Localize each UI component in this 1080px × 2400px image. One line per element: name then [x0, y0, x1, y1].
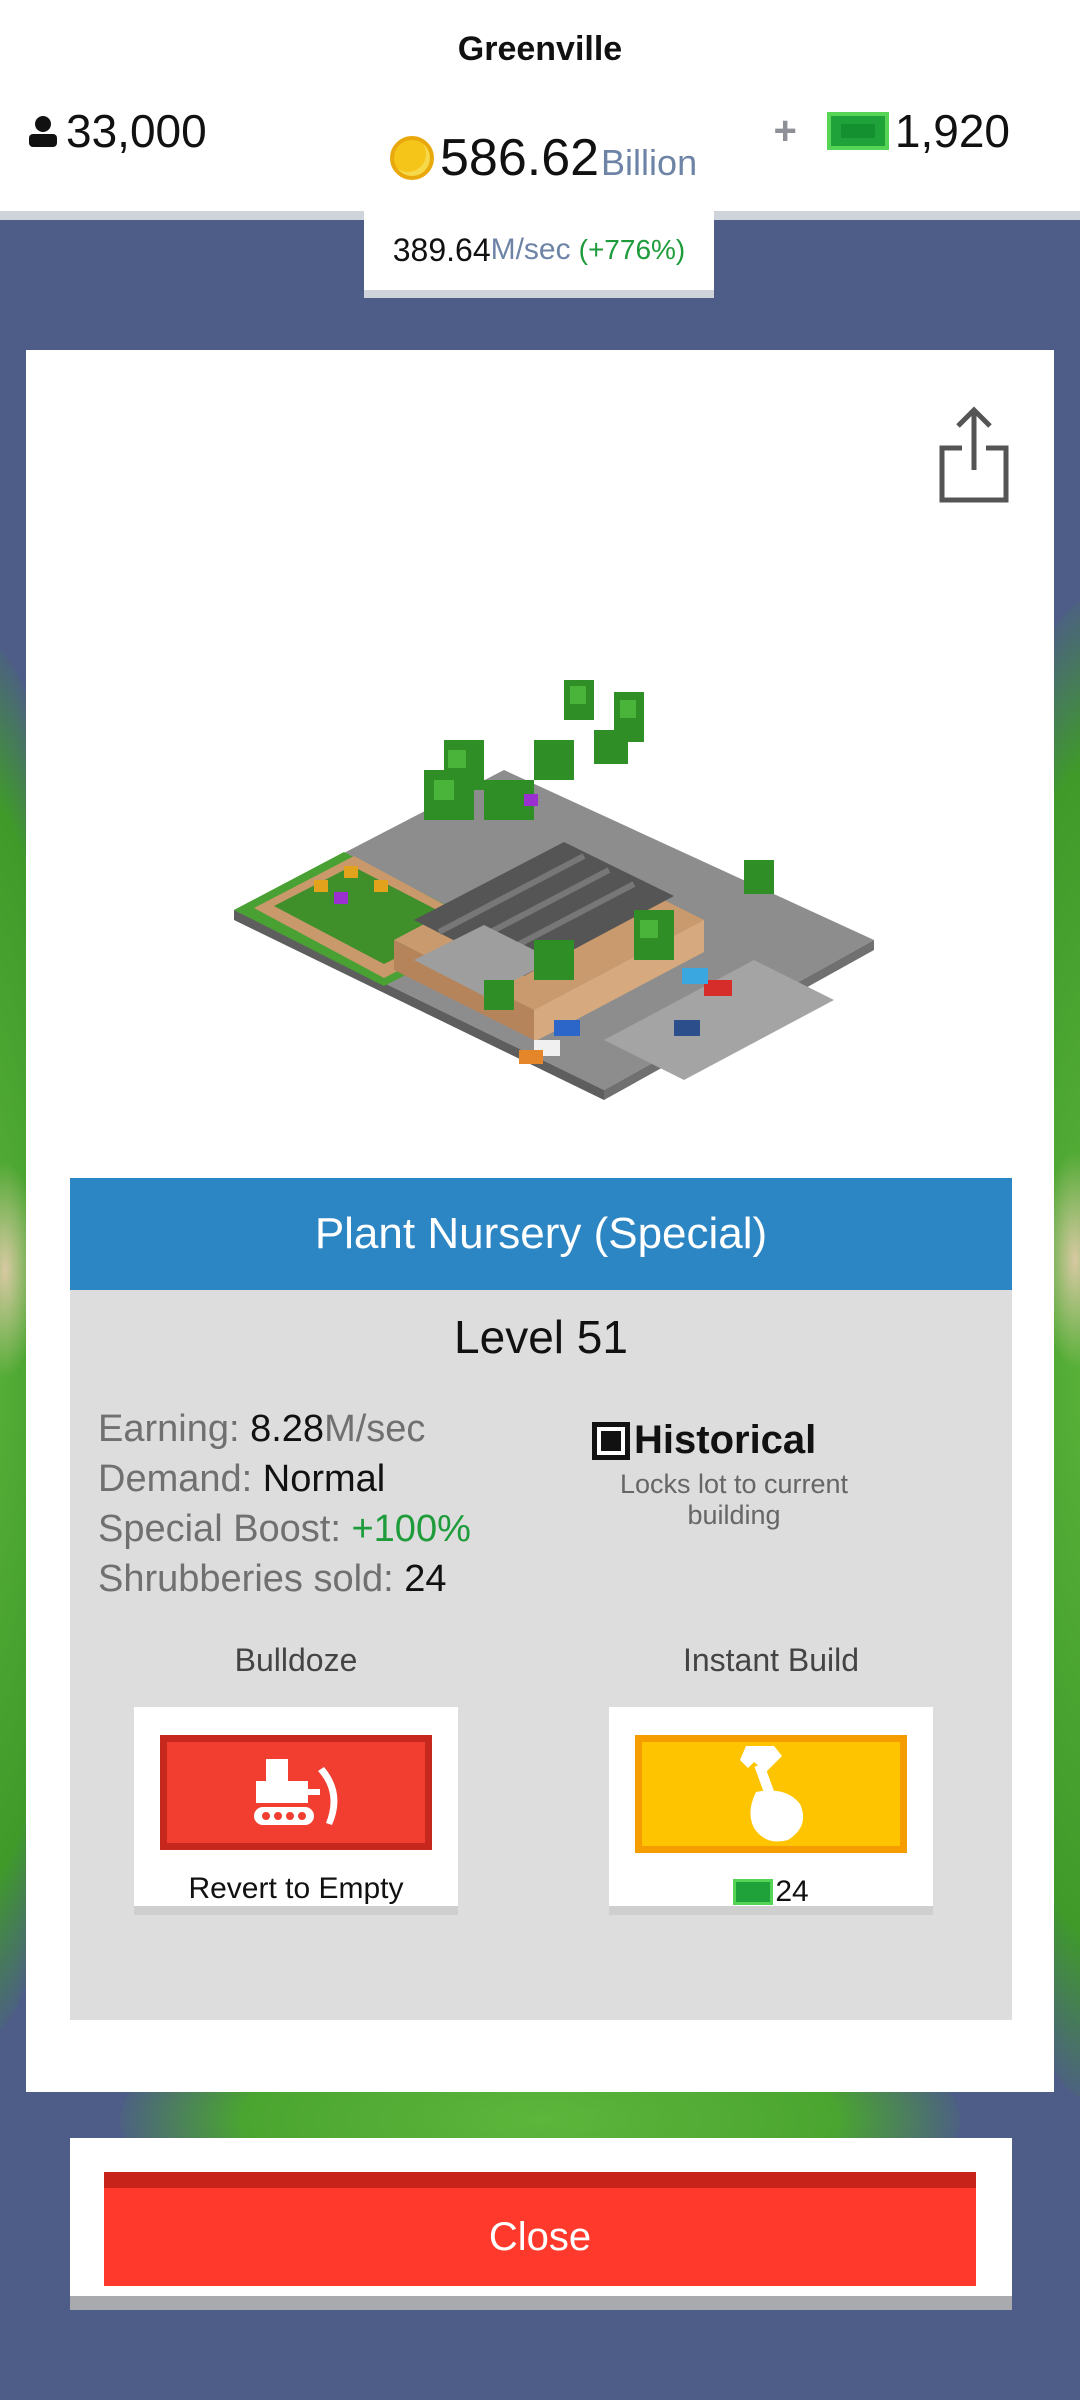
instant-build-cost: 24	[733, 1875, 809, 1909]
income-rate: 389.64	[392, 231, 491, 268]
hammer-hand-icon	[740, 1746, 804, 1842]
money-amount: 586.62	[440, 129, 600, 187]
bulldoze-caption: Revert to Empty	[188, 1872, 404, 1905]
building-info-dialog: Plant Nursery (Special) Level 51 Earning…	[26, 350, 1054, 2092]
cash-value: 1,920	[894, 105, 1010, 157]
resource-bar: Greenville 33,000 586.62 Billion + 1,920	[0, 0, 1080, 220]
building-info-panel: Plant Nursery (Special) Level 51 Earning…	[70, 1178, 1012, 2020]
instant-build-title: Instant Build	[682, 1642, 860, 1678]
person-icon	[29, 116, 57, 147]
population-display: 33,000	[26, 104, 207, 158]
instant-build-card[interactable]: 24	[609, 1707, 933, 1915]
historical-checkbox[interactable]	[592, 1421, 630, 1460]
income-unit: M/sec	[490, 233, 571, 266]
close-button-frame: Close	[70, 2138, 1012, 2310]
instant-build-button[interactable]	[635, 1735, 907, 1853]
demand-value: Normal	[262, 1458, 386, 1500]
bulldoze-button[interactable]	[160, 1735, 432, 1850]
income-boost: (+776%)	[578, 234, 686, 265]
building-name-header: Plant Nursery (Special)	[70, 1178, 1012, 1290]
bulldoze-title: Bulldoze	[234, 1642, 358, 1678]
bulldoze-card[interactable]: Revert to Empty	[134, 1707, 458, 1915]
population-value: 33,000	[66, 105, 207, 157]
cash-icon	[733, 1879, 774, 1905]
instant-build-cost-value: 24	[775, 1875, 809, 1908]
special-boost-row: Special Boost: +100%	[98, 1504, 471, 1554]
special-boost-value: +100%	[351, 1508, 471, 1550]
earning-label: Earning:	[98, 1408, 251, 1450]
money-unit: Billion	[601, 142, 698, 183]
shrubberies-sold-value: 24	[404, 1558, 447, 1600]
building-level: Level 51	[454, 1311, 628, 1363]
earning-unit: M/sec	[324, 1408, 426, 1450]
income-rate-box: 389.64 M/sec (+776%)	[364, 210, 714, 298]
building-stats: Earning: 8.28M/sec Demand: Normal Specia…	[98, 1404, 471, 1604]
bulldozer-icon	[254, 1758, 338, 1825]
historical-label: Historical	[634, 1418, 817, 1462]
demand-row: Demand: Normal	[98, 1454, 471, 1504]
historical-description: Locks lot to current building	[619, 1469, 849, 1530]
building-name: Plant Nursery (Special)	[314, 1209, 768, 1258]
coin-icon	[390, 136, 434, 180]
city-name: Greenville	[457, 30, 623, 68]
building-image	[234, 680, 874, 1100]
demand-label: Demand:	[98, 1458, 263, 1500]
historical-toggle[interactable]: Historical Locks lot to current building	[592, 1418, 932, 1531]
bulldoze-section: Bulldoze Revert to Empty	[134, 1642, 458, 1915]
share-icon[interactable]	[936, 404, 1012, 504]
special-boost-label: Special Boost:	[98, 1508, 352, 1550]
cash-icon	[826, 112, 889, 150]
instant-build-section: Instant Build 24	[609, 1642, 933, 1915]
earning-row: Earning: 8.28M/sec	[98, 1404, 471, 1454]
add-cash-button[interactable]: +	[774, 109, 797, 154]
shrubberies-sold-row: Shrubberies sold: 24	[98, 1554, 471, 1604]
earning-value: 8.28	[250, 1408, 325, 1450]
close-button[interactable]: Close	[104, 2172, 976, 2286]
shrubberies-sold-label: Shrubberies sold:	[98, 1558, 405, 1600]
cash-display[interactable]: + 1,920	[774, 104, 1010, 158]
money-display: 586.62 Billion	[390, 128, 697, 188]
